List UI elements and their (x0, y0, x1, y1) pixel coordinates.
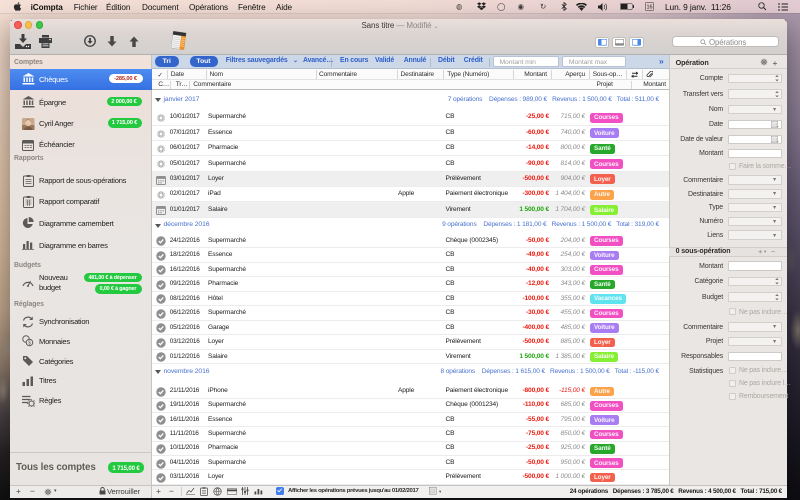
svg-text:16: 16 (646, 5, 652, 11)
svg-text:$: $ (28, 341, 31, 347)
